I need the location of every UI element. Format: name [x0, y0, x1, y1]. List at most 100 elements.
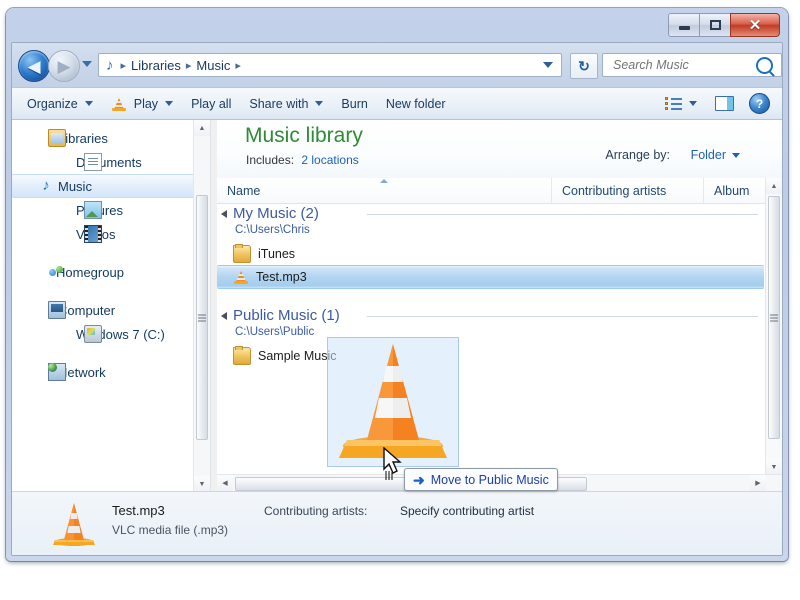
show-preview-pane-button[interactable]: [706, 92, 743, 116]
drag-drop-tooltip: ➜ Move to Public Music: [404, 468, 558, 491]
back-button[interactable]: ◀: [18, 50, 50, 82]
help-button[interactable]: ?: [749, 93, 770, 114]
title-bar: ✕: [6, 8, 788, 42]
change-view-button[interactable]: [656, 92, 706, 116]
collapse-triangle-icon[interactable]: [221, 312, 227, 320]
file-list: My Music (2) C:\Users\Chris iTunes Test.…: [217, 203, 766, 475]
arrow-right-icon: ➜: [413, 471, 425, 488]
includes-label: Includes:: [246, 153, 295, 167]
breadcrumb-item-libraries[interactable]: Libraries: [128, 57, 184, 74]
sidebar-item-computer[interactable]: Computer: [12, 298, 210, 322]
collapse-triangle-icon[interactable]: [221, 210, 227, 218]
navigation-pane-scrollbar[interactable]: ▲ ▼: [193, 120, 210, 492]
folder-icon: [233, 346, 251, 365]
breadcrumb-item-music[interactable]: Music: [193, 57, 233, 74]
body-area: Libraries Documents ♪ Music Pictures Vid…: [12, 120, 782, 555]
new-folder-button[interactable]: New folder: [377, 92, 455, 116]
window-inner-frame: ◀ ▶ ♪ ▸ Libraries ▸ Music ▸ ↻ Search Mus…: [11, 42, 783, 556]
includes-locations-link[interactable]: 2 locations: [301, 153, 358, 167]
chevron-down-icon[interactable]: [543, 62, 553, 68]
scroll-down-icon[interactable]: ▼: [766, 459, 782, 475]
details-file-type: VLC media file (.mp3): [112, 523, 229, 537]
scroll-left-icon[interactable]: ◀: [217, 475, 233, 491]
picture-icon: [84, 201, 102, 219]
close-icon: ✕: [748, 16, 762, 34]
search-box[interactable]: [602, 53, 782, 77]
preview-pane-icon: [715, 96, 734, 111]
library-includes: Includes: 2 locations: [246, 153, 359, 167]
sidebar-item-windows7-c[interactable]: Windows 7 (C:): [12, 322, 210, 346]
table-row[interactable]: Test.mp3: [217, 265, 764, 289]
scrollbar-thumb[interactable]: [768, 196, 780, 439]
arrange-by-dropdown[interactable]: Folder: [691, 148, 740, 162]
column-header-album[interactable]: Album: [704, 178, 766, 203]
file-name: Sample Music: [258, 349, 337, 363]
scroll-right-icon[interactable]: ▶: [750, 475, 766, 491]
file-list-vertical-scrollbar[interactable]: ▲ ▼: [765, 178, 782, 475]
chevron-down-icon: [732, 152, 740, 158]
arrange-by-label: Arrange by:: [605, 148, 670, 162]
sidebar-item-pictures[interactable]: Pictures: [12, 198, 210, 222]
address-bar-row: ◀ ▶ ♪ ▸ Libraries ▸ Music ▸ ↻: [12, 43, 782, 87]
column-header-contributing-artists[interactable]: Contributing artists: [552, 178, 704, 203]
details-artists-value[interactable]: Specify contributing artist: [400, 504, 534, 518]
share-with-button[interactable]: Share with: [240, 92, 332, 116]
details-artists-label: Contributing artists:: [264, 504, 368, 518]
network-icon: [48, 363, 66, 381]
scroll-up-icon[interactable]: ▲: [766, 178, 782, 194]
group-path: C:\Users\Chris: [235, 224, 310, 236]
organize-label: Organize: [27, 96, 78, 111]
new-folder-label: New folder: [385, 96, 446, 111]
sidebar-item-videos[interactable]: Videos: [12, 222, 210, 246]
group-path: C:\Users\Public: [235, 326, 315, 338]
chevron-down-icon: [689, 101, 697, 106]
scrollbar-grip-icon: [198, 314, 206, 321]
play-all-button[interactable]: Play all: [182, 92, 240, 116]
search-input[interactable]: [611, 57, 756, 73]
sidebar-item-label: Music: [58, 178, 92, 194]
scrollbar-thumb[interactable]: [196, 195, 208, 440]
share-with-label: Share with: [249, 96, 309, 111]
search-icon[interactable]: [756, 56, 773, 74]
table-row[interactable]: Sample Music: [217, 345, 766, 367]
scroll-down-icon[interactable]: ▼: [194, 476, 210, 492]
minimize-button[interactable]: [668, 13, 700, 37]
sidebar-item-label: Computer: [58, 302, 116, 318]
sidebar-item-music[interactable]: ♪ Music: [12, 174, 204, 198]
organize-button[interactable]: Organize: [18, 92, 102, 116]
help-icon: ?: [755, 96, 764, 111]
scroll-up-icon[interactable]: ▲: [194, 120, 210, 136]
history-dropdown-icon[interactable]: [82, 61, 92, 67]
chevron-down-icon: [315, 101, 324, 106]
sidebar-item-libraries[interactable]: Libraries: [12, 126, 210, 150]
sidebar-item-homegroup[interactable]: Homegroup: [12, 260, 210, 284]
breadcrumb[interactable]: ♪ ▸ Libraries ▸ Music ▸: [98, 53, 562, 77]
content-pane: Music library Includes: 2 locations Arra…: [217, 120, 782, 492]
chevron-down-icon: [165, 101, 174, 106]
sidebar-item-network[interactable]: Network: [12, 360, 210, 384]
computer-icon: [48, 301, 66, 319]
close-button[interactable]: ✕: [730, 13, 780, 37]
music-note-icon: ♪: [106, 56, 114, 74]
play-button[interactable]: Play: [102, 92, 182, 116]
table-row[interactable]: iTunes: [217, 243, 766, 265]
breadcrumb-separator-2: ▸: [235, 59, 241, 72]
maximize-button[interactable]: [699, 13, 731, 37]
arrange-by-value-label: Folder: [690, 148, 726, 162]
breadcrumb-separator-0: ▸: [120, 59, 127, 72]
group-header-my-music[interactable]: My Music (2) C:\Users\Chris: [217, 203, 766, 243]
column-header-name[interactable]: Name: [217, 178, 552, 203]
refresh-button[interactable]: ↻: [570, 53, 598, 79]
command-toolbar: Organize Play Play all Share with Burn N…: [12, 87, 782, 120]
forward-button[interactable]: ▶: [48, 50, 80, 82]
burn-button[interactable]: Burn: [332, 92, 376, 116]
group-header-public-music[interactable]: Public Music (1) C:\Users\Public: [217, 305, 766, 345]
details-file-name: Test.mp3: [112, 503, 165, 518]
sidebar-item-documents[interactable]: Documents: [12, 150, 210, 174]
vlc-cone-icon: [233, 269, 249, 285]
forward-arrow-icon: ▶: [57, 56, 71, 76]
play-all-label: Play all: [191, 96, 232, 111]
group-divider: [367, 316, 758, 317]
